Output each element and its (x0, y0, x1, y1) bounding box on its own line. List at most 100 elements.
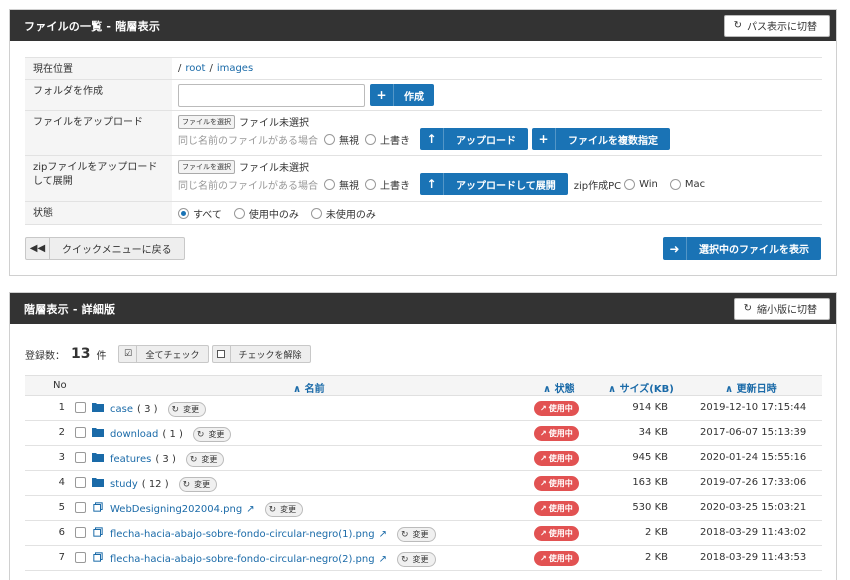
image-file-icon (93, 527, 103, 537)
file-name-link[interactable]: flecha-hacia-abajo-sobre-fondo-circular-… (110, 554, 375, 565)
header-name[interactable]: ∧ 名前 (293, 380, 325, 395)
table-row: 7 flecha-hacia-abajo-sobre-fondo-circula… (25, 546, 822, 571)
file-name-cell: flecha-hacia-abajo-sobre-fondo-circular-… (110, 552, 436, 567)
external-link-icon[interactable]: ↗ (379, 554, 387, 565)
image-file-icon (93, 552, 103, 562)
row-checkbox[interactable] (75, 527, 86, 538)
zip-radio-ignore[interactable]: 無視 (324, 177, 359, 192)
file-size: 945 KB (632, 452, 668, 463)
back-to-menu-button[interactable]: ◀◀ クイックメニューに戻る (25, 237, 185, 260)
file-name-link[interactable]: flecha-hacia-abajo-sobre-fondo-circular-… (110, 529, 375, 540)
in-use-badge[interactable]: ↗ 使用中 (534, 426, 579, 441)
header-state[interactable]: ∧ 状態 (543, 380, 575, 395)
header-no: No (53, 380, 67, 391)
in-use-badge[interactable]: ↗ 使用中 (534, 551, 579, 566)
file-table: No ∧ 名前 ∧ 状態 ∧ サイズ(KB) ∧ 更新日時 1 case ( 3… (25, 375, 822, 571)
change-button[interactable]: ↻ 変更 (185, 452, 225, 467)
external-link-icon[interactable]: ↗ (246, 504, 254, 515)
radio-state-unused[interactable]: 未使用のみ (310, 206, 376, 221)
in-use-badge[interactable]: ↗ 使用中 (534, 401, 579, 416)
item-count: ( 3 ) (137, 404, 158, 415)
folder-name-input[interactable] (178, 83, 365, 107)
file-name-link[interactable]: study (110, 479, 138, 490)
zip-same-name-note: 同じ名前のファイルがある場合 (178, 180, 318, 192)
file-size: 2 KB (645, 527, 668, 538)
row-checkbox[interactable] (75, 402, 86, 413)
create-folder-button[interactable]: + 作成 (370, 84, 434, 106)
change-button[interactable]: ↻ 変更 (192, 427, 232, 442)
radio-win[interactable]: Win (624, 178, 658, 190)
file-name-link[interactable]: features (110, 454, 151, 465)
refresh-icon: ↻ (196, 429, 205, 440)
row-checkbox[interactable] (75, 502, 86, 513)
row-number: 1 (58, 402, 65, 413)
file-select-button[interactable]: ファイルを選択 (178, 114, 235, 129)
in-use-badge[interactable]: ↗ 使用中 (534, 451, 579, 466)
change-button[interactable]: ↻ 変更 (178, 477, 218, 492)
switch-compact-button[interactable]: ↻ 縮小版に切替 (733, 297, 830, 320)
row-checkbox[interactable] (75, 552, 86, 563)
in-use-badge[interactable]: ↗ 使用中 (534, 501, 579, 516)
file-date: 2018-03-29 11:43:53 (700, 552, 807, 563)
row-checkbox[interactable] (75, 427, 86, 438)
change-button[interactable]: ↻ 変更 (396, 552, 436, 567)
radio-ignore[interactable]: 無視 (324, 132, 359, 147)
table-row: 2 download ( 1 ) ↻ 変更 ↗ 使用中 34 KB 2017-06-… (25, 421, 822, 446)
item-count: ( 3 ) (155, 454, 176, 465)
change-button[interactable]: ↻ 変更 (167, 402, 207, 417)
file-name-link[interactable]: WebDesigning202004.png (110, 504, 242, 515)
item-count: ( 12 ) (141, 479, 169, 490)
check-all-button[interactable]: ☑ 全てチェック (118, 345, 209, 363)
external-link-icon: ↗ (540, 429, 547, 438)
path-link-images[interactable]: images (217, 63, 253, 74)
file-name-cell: case ( 3 ) ↻ 変更 (110, 402, 207, 417)
show-selected-button[interactable]: ➜ 選択中のファイルを表示 (663, 237, 821, 260)
radio-state-used[interactable]: 使用中のみ (233, 206, 299, 221)
file-name-link[interactable]: case (110, 404, 133, 415)
count-label: 登録数： (25, 350, 65, 362)
create-folder-label: フォルダを作成 (25, 80, 172, 110)
multi-file-button[interactable]: + ファイルを複数指定 (532, 128, 670, 150)
header-date[interactable]: ∧ 更新日時 (725, 380, 777, 395)
table-row: 4 study ( 12 ) ↻ 変更 ↗ 使用中 163 KB 2019-07-2… (25, 471, 822, 496)
external-link-icon: ↗ (540, 529, 547, 538)
row-number: 2 (58, 427, 65, 438)
file-date: 2019-07-26 17:33:06 (700, 477, 807, 488)
upload-button[interactable]: ↑ アップロード (420, 128, 528, 150)
header-size[interactable]: ∧ サイズ(KB) (608, 380, 674, 395)
row-number: 7 (58, 552, 65, 563)
in-use-badge[interactable]: ↗ 使用中 (534, 526, 579, 541)
change-button[interactable]: ↻ 変更 (264, 502, 304, 517)
file-date: 2020-01-24 15:55:16 (700, 452, 807, 463)
plus-icon: + (532, 128, 556, 150)
count-unit: 件 (96, 350, 107, 362)
in-use-badge[interactable]: ↗ 使用中 (534, 476, 579, 491)
radio-state-all[interactable]: すべて (178, 206, 222, 221)
zip-file-select-button[interactable]: ファイルを選択 (178, 159, 235, 174)
panel-title: 階層表示 - 詳細版 (24, 302, 116, 316)
row-checkbox[interactable] (75, 477, 86, 488)
row-checkbox[interactable] (75, 452, 86, 463)
location-label: 現在位置 (25, 58, 172, 79)
refresh-icon: ↻ (171, 404, 180, 415)
file-size: 2 KB (645, 552, 668, 563)
row-number: 5 (58, 502, 65, 513)
file-size: 163 KB (632, 477, 668, 488)
zip-upload-button[interactable]: ↑ アップロードして展開 (420, 173, 568, 195)
refresh-icon: ↻ (743, 303, 752, 314)
panel-header: 階層表示 - 詳細版 ↻ 縮小版に切替 (10, 293, 836, 324)
file-name-link[interactable]: download (110, 429, 158, 440)
switch-path-view-button[interactable]: ↻ パス表示に切替 (723, 14, 830, 37)
radio-overwrite[interactable]: 上書き (365, 132, 410, 147)
path-link-root[interactable]: root (185, 63, 205, 74)
file-date: 2019-12-10 17:15:44 (700, 402, 807, 413)
zip-radio-overwrite[interactable]: 上書き (365, 177, 410, 192)
upload-label: ファイルをアップロード (25, 111, 172, 155)
uncheck-button[interactable]: チェックを解除 (211, 345, 311, 363)
double-left-icon: ◀◀ (26, 238, 50, 259)
count-bar: 登録数： 13 件 ☑ 全てチェック チェックを解除 (25, 345, 311, 363)
external-link-icon[interactable]: ↗ (379, 529, 387, 540)
radio-mac[interactable]: Mac (669, 178, 705, 190)
path-separator: / (209, 63, 213, 74)
change-button[interactable]: ↻ 変更 (396, 527, 436, 542)
